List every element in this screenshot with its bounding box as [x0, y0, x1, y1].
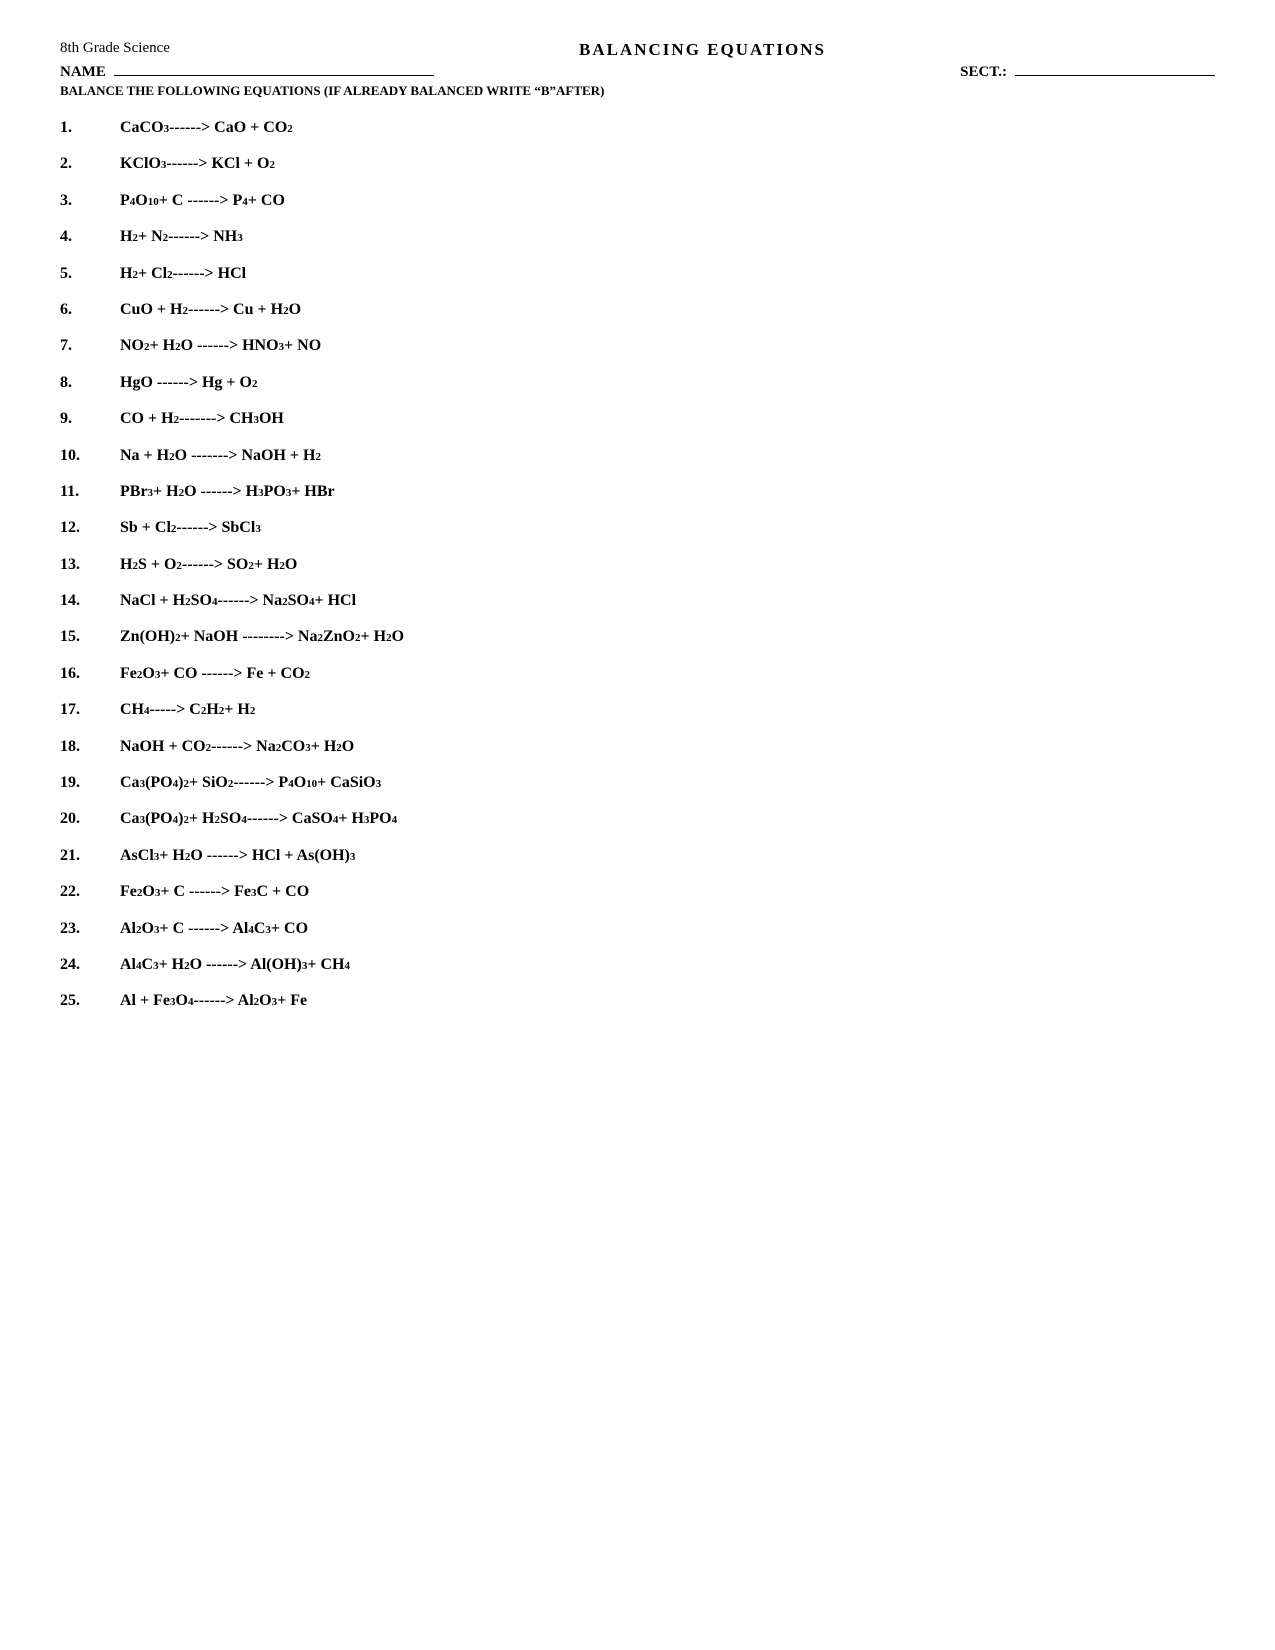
equations-container: 1.CaCO3 ------> CaO + CO22.KClO3 ------>… — [60, 117, 1215, 1013]
sect-field: SECT.: — [960, 64, 1215, 81]
equation-content: NaOH + CO2 ------> Na2CO3 + H2O — [120, 736, 354, 758]
equation-content: H2 + N2 ------> NH3 — [120, 226, 243, 248]
equation-row: 14.NaCl + H2SO4 ------> Na2SO4 + HCl — [60, 590, 1215, 612]
equation-number: 22. — [60, 881, 120, 903]
equation-number: 13. — [60, 554, 120, 576]
equation-content: AsCl3 + H2O ------> HCl + As(OH)3 — [120, 845, 355, 867]
equation-row: 15.Zn(OH)2 + NaOH --------> Na2ZnO2 + H2… — [60, 626, 1215, 648]
equation-content: Fe2O3 + C ------> Fe3C + CO — [120, 881, 309, 903]
equation-content: Al4C3 + H2O ------> Al(OH)3 + CH4 — [120, 954, 350, 976]
equation-content: CaCO3 ------> CaO + CO2 — [120, 117, 293, 139]
equation-number: 5. — [60, 263, 120, 285]
sect-label: SECT.: — [960, 64, 1007, 81]
equation-content: P4O10 + C ------> P4 + CO — [120, 190, 285, 212]
equation-number: 2. — [60, 153, 120, 175]
name-field: NAME — [60, 64, 434, 81]
instructions: BALANCE THE FOLLOWING EQUATIONS (IF ALRE… — [60, 83, 1215, 99]
equation-row: 4.H2 + N2 ------> NH3 — [60, 226, 1215, 248]
equation-row: 17.CH4 -----> C2H2 + H2 — [60, 699, 1215, 721]
equation-content: Fe2O3 + CO ------> Fe + CO2 — [120, 663, 310, 685]
equation-content: CH4 -----> C2H2 + H2 — [120, 699, 255, 721]
equation-row: 24.Al4C3 + H2O ------> Al(OH)3 + CH4 — [60, 954, 1215, 976]
equation-content: PBr3 + H2O ------> H3PO3 + HBr — [120, 481, 335, 503]
equation-content: KClO3 ------> KCl + O2 — [120, 153, 275, 175]
equation-number: 9. — [60, 408, 120, 430]
equation-content: H2S + O2 ------> SO2 + H2O — [120, 554, 297, 576]
equation-number: 14. — [60, 590, 120, 612]
equation-number: 11. — [60, 481, 120, 503]
equation-row: 3.P4O10 + C ------> P4 + CO — [60, 190, 1215, 212]
equation-row: 6.CuO + H2 ------> Cu + H2O — [60, 299, 1215, 321]
equation-content: NO2 + H2O ------> HNO3 + NO — [120, 335, 321, 357]
equation-number: 21. — [60, 845, 120, 867]
equation-number: 20. — [60, 808, 120, 830]
equation-content: Zn(OH)2 + NaOH --------> Na2ZnO2 + H2O — [120, 626, 404, 648]
equation-row: 11.PBr3 + H2O ------> H3PO3 + HBr — [60, 481, 1215, 503]
equation-row: 9.CO + H2 -------> CH3OH — [60, 408, 1215, 430]
name-sect-row: NAME SECT.: — [60, 64, 1215, 81]
equation-number: 7. — [60, 335, 120, 357]
equation-row: 13.H2S + O2 ------> SO2 + H2O — [60, 554, 1215, 576]
equation-content: H2 + Cl2 ------> HCl — [120, 263, 246, 285]
equation-row: 1.CaCO3 ------> CaO + CO2 — [60, 117, 1215, 139]
equation-row: 10.Na + H2O -------> NaOH + H2 — [60, 445, 1215, 467]
equation-number: 10. — [60, 445, 120, 467]
equation-number: 8. — [60, 372, 120, 394]
equation-row: 16.Fe2O3 + CO ------> Fe + CO2 — [60, 663, 1215, 685]
equation-row: 18.NaOH + CO2 ------> Na2CO3 + H2O — [60, 736, 1215, 758]
name-label: NAME — [60, 64, 106, 81]
equation-number: 6. — [60, 299, 120, 321]
equation-row: 21.AsCl3 + H2O ------> HCl + As(OH)3 — [60, 845, 1215, 867]
equation-row: 8.HgO ------> Hg + O2 — [60, 372, 1215, 394]
equation-number: 16. — [60, 663, 120, 685]
page-header: 8th Grade Science BALANCING EQUATIONS — [60, 40, 1215, 60]
equation-content: NaCl + H2SO4 ------> Na2SO4 + HCl — [120, 590, 356, 612]
equation-row: 12.Sb + Cl2 ------> SbCl3 — [60, 517, 1215, 539]
equation-content: Al + Fe3O4 ------> Al2O3 + Fe — [120, 990, 307, 1012]
equation-content: CuO + H2 ------> Cu + H2O — [120, 299, 301, 321]
equation-number: 4. — [60, 226, 120, 248]
equation-number: 17. — [60, 699, 120, 721]
equation-number: 23. — [60, 918, 120, 940]
sect-line — [1015, 75, 1215, 76]
equation-content: Ca3(PO4)2 + SiO2 ------> P4O10 + CaSiO3 — [120, 772, 381, 794]
subject-label: 8th Grade Science — [60, 40, 170, 57]
equation-number: 19. — [60, 772, 120, 794]
equation-number: 12. — [60, 517, 120, 539]
equation-row: 5.H2 + Cl2 ------> HCl — [60, 263, 1215, 285]
equation-row: 7.NO2 + H2O ------> HNO3 + NO — [60, 335, 1215, 357]
equation-content: Sb + Cl2 ------> SbCl3 — [120, 517, 261, 539]
equation-number: 1. — [60, 117, 120, 139]
page-title: BALANCING EQUATIONS — [190, 40, 1215, 60]
equation-number: 3. — [60, 190, 120, 212]
equation-row: 22.Fe2O3 + C ------> Fe3C + CO — [60, 881, 1215, 903]
name-line — [114, 75, 434, 76]
equation-number: 15. — [60, 626, 120, 648]
equation-content: HgO ------> Hg + O2 — [120, 372, 257, 394]
equation-row: 25.Al + Fe3O4 ------> Al2O3 + Fe — [60, 990, 1215, 1012]
equation-row: 20.Ca3(PO4)2 + H2SO4 ------> CaSO4 + H3P… — [60, 808, 1215, 830]
equation-content: CO + H2 -------> CH3OH — [120, 408, 284, 430]
equation-row: 2.KClO3 ------> KCl + O2 — [60, 153, 1215, 175]
equation-number: 18. — [60, 736, 120, 758]
equation-number: 24. — [60, 954, 120, 976]
equation-number: 25. — [60, 990, 120, 1012]
equation-content: Al2O3 + C ------> Al4C3 + CO — [120, 918, 308, 940]
equation-content: Ca3(PO4)2 + H2SO4 ------> CaSO4 + H3PO4 — [120, 808, 397, 830]
equation-row: 23.Al2O3 + C ------> Al4C3 + CO — [60, 918, 1215, 940]
equation-content: Na + H2O -------> NaOH + H2 — [120, 445, 321, 467]
equation-row: 19.Ca3(PO4)2 + SiO2 ------> P4O10 + CaSi… — [60, 772, 1215, 794]
